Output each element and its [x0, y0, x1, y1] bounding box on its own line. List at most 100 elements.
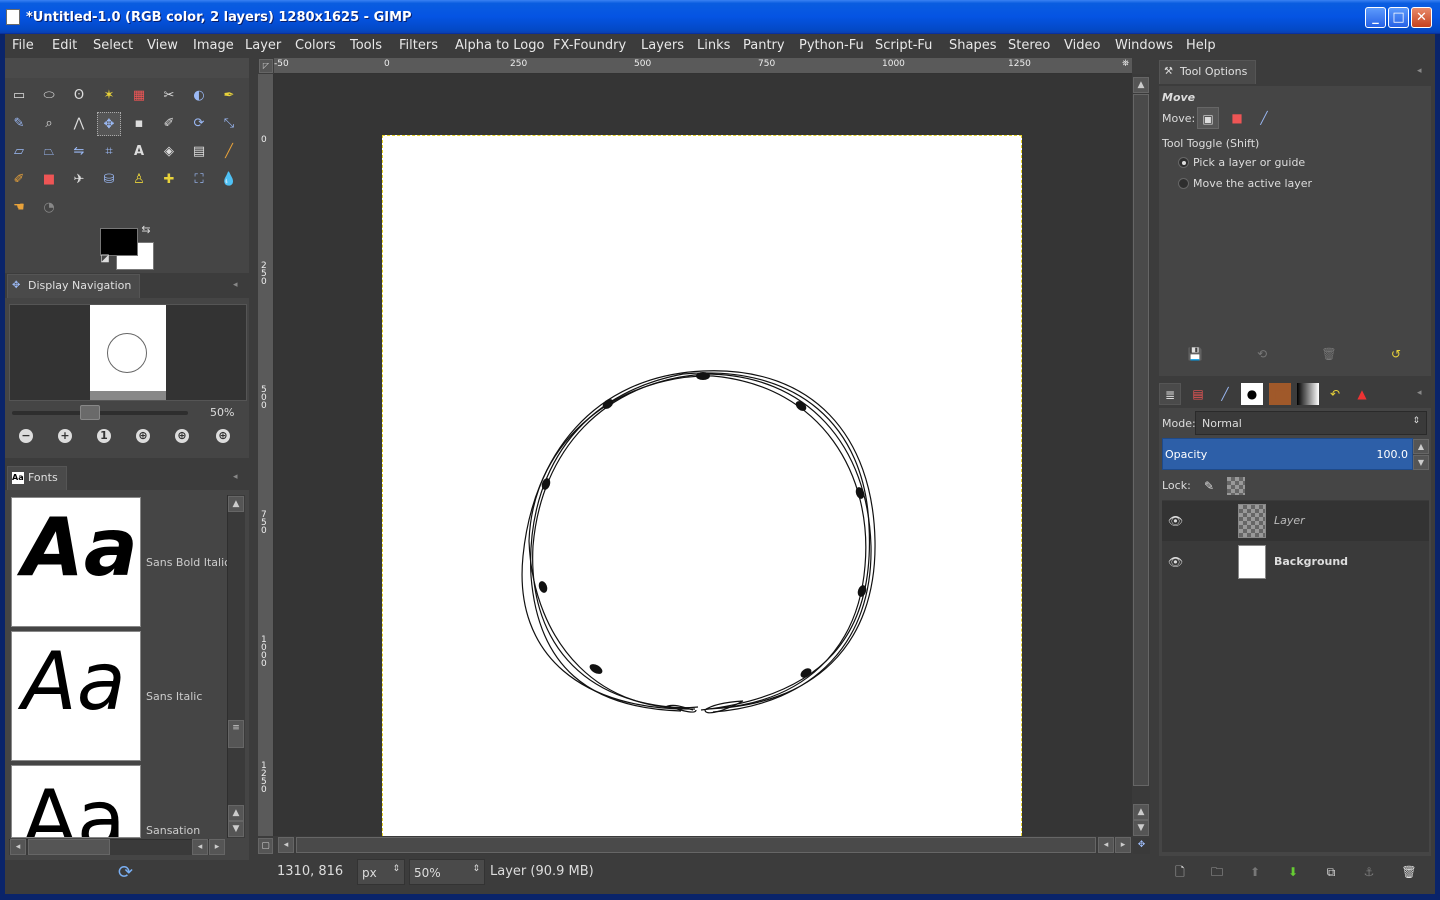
menu-filters[interactable]: Filters — [399, 38, 438, 53]
scroll-down-icon[interactable]: ▼ — [1133, 820, 1149, 836]
perspective-tool-icon[interactable]: ⏢ — [37, 140, 61, 164]
menu-script-fu[interactable]: Script-Fu — [875, 38, 932, 53]
layers-tab-icon[interactable]: ≣ — [1159, 383, 1181, 405]
quick-mask-corner-icon[interactable]: ◸ — [259, 59, 273, 73]
scroll-left-icon[interactable]: ◂ — [10, 839, 26, 855]
scroll-up-icon[interactable]: ▲ — [1133, 804, 1149, 820]
shear-tool-icon[interactable]: ▱ — [7, 140, 31, 164]
crop-tool-icon[interactable]: ✐ — [157, 112, 181, 136]
blend-tool-icon[interactable]: ▤ — [187, 140, 211, 164]
pencil-tool-icon[interactable]: ╱ — [217, 140, 241, 164]
spin-up-icon[interactable]: ▲ — [1413, 439, 1429, 454]
tab-display-navigation[interactable]: ✥ Display Navigation — [7, 274, 141, 298]
menu-fx-foundry[interactable]: FX-Foundry — [553, 38, 626, 53]
spin-down-icon[interactable]: ▼ — [1413, 455, 1429, 470]
shrink-wrap-button[interactable]: ⊕ — [216, 429, 230, 443]
font-preview[interactable]: Aa — [11, 631, 141, 761]
select-by-color-tool-icon[interactable]: ▦ — [127, 84, 151, 108]
move-tool-icon[interactable]: ✥ — [97, 112, 121, 136]
lower-layer-icon[interactable]: ⬇ — [1282, 861, 1304, 883]
menu-edit[interactable]: Edit — [52, 38, 77, 53]
zoom-out-button[interactable]: − — [19, 429, 33, 443]
menu-image[interactable]: Image — [193, 38, 234, 53]
move-selection-icon[interactable]: ■ — [1226, 107, 1248, 129]
move-active-layer-label[interactable]: Move the active layer — [1193, 177, 1312, 190]
menu-file[interactable]: File — [12, 38, 34, 53]
refresh-fonts-icon[interactable]: ⟳ — [118, 862, 133, 883]
font-preview[interactable]: Aa — [11, 765, 141, 838]
tab-tool-options[interactable]: ⚒ Tool Options — [1159, 60, 1257, 84]
foreground-select-tool-icon[interactable]: ◐ — [187, 84, 211, 108]
menu-links[interactable]: Links — [697, 38, 730, 53]
layer-name[interactable]: Background — [1274, 555, 1348, 568]
delete-layer-icon[interactable]: 🗑 — [1398, 861, 1420, 883]
new-layer-icon[interactable]: 🗋 — [1169, 861, 1191, 883]
raise-layer-icon[interactable]: ⬆ — [1244, 861, 1266, 883]
menu-help[interactable]: Help — [1186, 38, 1216, 53]
eraser-tool-icon[interactable]: ■ — [37, 168, 61, 192]
gradients-tab-icon[interactable] — [1297, 383, 1319, 405]
canvas-horizontal-scrollbar[interactable]: ◂ ◂ ▸ — [278, 836, 1132, 854]
brushes-tab-icon[interactable]: ● — [1241, 383, 1263, 405]
menu-tools[interactable]: Tools — [350, 38, 382, 53]
dodge-burn-tool-icon[interactable]: ◔ — [37, 196, 61, 220]
channels-tab-icon[interactable]: ▤ — [1187, 383, 1209, 405]
error-console-tab-icon[interactable]: ▲ — [1351, 383, 1373, 405]
toggle-quick-mask-icon[interactable]: ▢ — [258, 838, 273, 854]
zoom-fit-image-button[interactable]: ⊕ — [136, 429, 150, 443]
zoom-fill-window-button[interactable]: ⊕ — [175, 429, 189, 443]
scroll-up-icon[interactable]: ▲ — [228, 805, 244, 821]
fonts-vertical-scrollbar[interactable] — [227, 495, 245, 838]
zoom-slider-knob[interactable] — [80, 405, 100, 420]
rect-select-tool-icon[interactable]: ▭ — [7, 84, 31, 108]
tab-fonts[interactable]: Aa Fonts — [7, 466, 67, 490]
duplicate-layer-icon[interactable]: ⧉ — [1320, 861, 1342, 883]
canvas-vertical-scrollbar[interactable]: ▲ ▲ ▼ — [1132, 74, 1150, 836]
menu-pantry[interactable]: Pantry — [743, 38, 785, 53]
reset-options-icon[interactable]: ↺ — [1385, 343, 1407, 365]
airbrush-tool-icon[interactable]: ✈ — [67, 168, 91, 192]
menu-stereo[interactable]: Stereo — [1008, 38, 1050, 53]
layer-name[interactable]: Layer — [1274, 514, 1305, 527]
navigate-image-icon[interactable]: ✥ — [1133, 838, 1150, 854]
flip-tool-icon[interactable]: ⇋ — [67, 140, 91, 164]
scroll-down-icon[interactable]: ▼ — [228, 821, 244, 837]
lock-pixels-icon[interactable]: ✎ — [1198, 475, 1220, 497]
pick-layer-radio[interactable] — [1178, 157, 1189, 168]
layer-mode-select[interactable]: Normal ⇕ — [1195, 411, 1427, 435]
move-layer-icon[interactable]: ▣ — [1197, 107, 1219, 129]
menu-layers[interactable]: Layers — [641, 38, 684, 53]
font-name[interactable]: Sansation — [146, 824, 200, 837]
fuzzy-select-tool-icon[interactable]: ✶ — [97, 84, 121, 108]
dock-menu-arrow-icon[interactable]: ◂ — [233, 280, 243, 290]
scroll-left-icon[interactable]: ◂ — [278, 837, 294, 853]
menu-windows[interactable]: Windows — [1115, 38, 1173, 53]
free-select-tool-icon[interactable]: ʘ — [67, 84, 91, 108]
scroll-right-icon[interactable]: ▸ — [209, 839, 225, 855]
scroll-left-icon[interactable]: ◂ — [1098, 837, 1114, 853]
zoom-tool-icon[interactable]: ⌕ — [37, 112, 61, 136]
swap-colors-icon[interactable]: ⇆ — [138, 222, 154, 238]
anchor-layer-icon[interactable]: ⚓ — [1358, 861, 1380, 883]
maximize-button[interactable]: □ — [1388, 7, 1409, 28]
menu-select[interactable]: Select — [93, 38, 133, 53]
clone-tool-icon[interactable]: ♙ — [127, 168, 151, 192]
default-colors-icon[interactable]: ◪ — [98, 252, 112, 266]
move-active-layer-radio[interactable] — [1178, 178, 1189, 189]
menu-video[interactable]: Video — [1064, 38, 1100, 53]
pick-layer-label[interactable]: Pick a layer or guide — [1193, 156, 1305, 169]
zoom-1-1-button[interactable]: 1 — [97, 429, 111, 443]
zoom-in-button[interactable]: + — [58, 429, 72, 443]
scroll-right-icon[interactable]: ▸ — [1115, 837, 1131, 853]
scale-tool-icon[interactable]: ⤡ — [217, 112, 241, 136]
unit-selector[interactable]: px ⇕ — [357, 859, 405, 885]
text-tool-icon[interactable]: A — [127, 140, 151, 164]
ellipse-select-tool-icon[interactable]: ⬭ — [37, 84, 61, 108]
paths-tool-icon[interactable]: ✒ — [217, 84, 241, 108]
align-tool-icon[interactable]: ▪ — [127, 112, 151, 136]
h-scrollbar-thumb[interactable] — [296, 837, 1096, 853]
v-scrollbar-thumb[interactable] — [1133, 94, 1149, 786]
undo-history-tab-icon[interactable]: ↶ — [1324, 383, 1346, 405]
image-canvas[interactable] — [382, 135, 1022, 836]
blur-tool-icon[interactable]: 💧 — [217, 168, 241, 192]
